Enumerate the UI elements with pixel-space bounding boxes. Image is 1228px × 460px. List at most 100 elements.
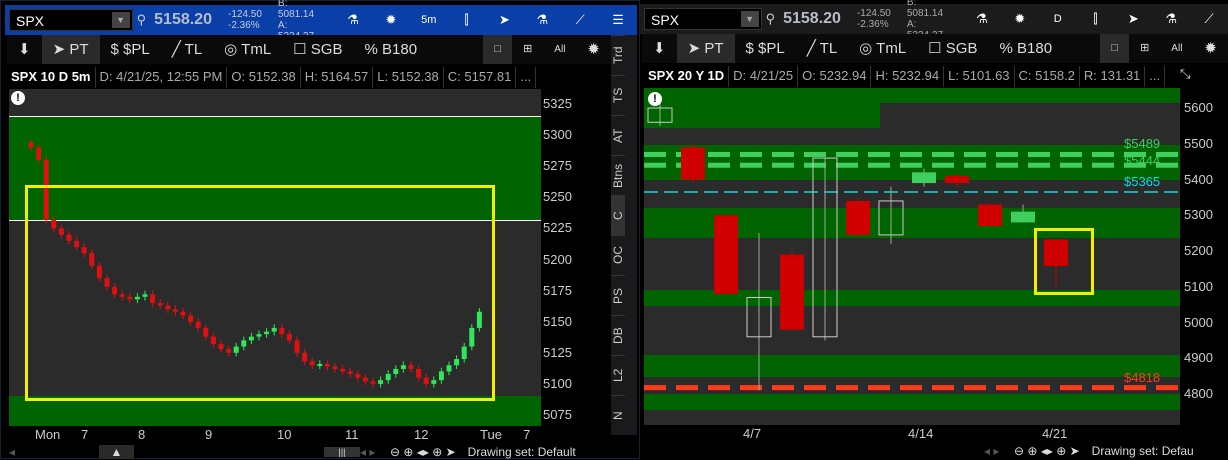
- candle: [978, 204, 1002, 226]
- scroll-arrows[interactable]: ◂ ▸: [360, 445, 390, 459]
- flask-icon[interactable]: ⚗: [963, 11, 1001, 27]
- zoom-in-icon[interactable]: ⊕: [403, 445, 413, 459]
- x-tick: 4/21: [1042, 426, 1068, 441]
- side-tab-ts[interactable]: TS: [611, 75, 625, 115]
- gear-icon[interactable]: ✹: [372, 12, 410, 28]
- tool-pt[interactable]: ➤ PT: [41, 35, 100, 64]
- side-tab-ps[interactable]: PS: [611, 275, 625, 315]
- gear-icon[interactable]: ✹: [1001, 11, 1039, 27]
- tool-pl[interactable]: $ $PL: [100, 35, 161, 64]
- all-icon[interactable]: All: [1160, 34, 1193, 63]
- pin-icon[interactable]: ⬇: [642, 34, 677, 63]
- grid-layout-icon[interactable]: ⊞: [512, 35, 543, 64]
- x-tick: 7: [523, 427, 531, 442]
- timeframe-button[interactable]: D: [1039, 13, 1077, 25]
- pct-change: -2.36%: [856, 19, 889, 30]
- studies-icon[interactable]: ⚗: [1152, 11, 1190, 27]
- tool-tl[interactable]: ╱ TL: [796, 34, 848, 63]
- left-price-chart[interactable]: !: [9, 89, 541, 426]
- scroll-arrows[interactable]: ◂ ▸: [984, 444, 1014, 458]
- single-layout-icon[interactable]: □: [1100, 34, 1130, 63]
- chart-title: SPX 10 D 5m: [7, 67, 96, 88]
- bar-date: D: 4/21/25: [729, 66, 799, 87]
- more-button[interactable]: ...: [1145, 66, 1166, 87]
- side-tab-l2[interactable]: L2: [611, 355, 625, 395]
- side-tab-at[interactable]: AT: [611, 115, 625, 155]
- flask-icon[interactable]: ⚗: [334, 12, 372, 28]
- left-chart-panel: SPX ▼ ⚲ 5158.20 -124.50 -2.36% B: 5081.14 A…: [0, 0, 640, 459]
- candle-style-icon[interactable]: ⫿: [448, 12, 486, 28]
- menu-icon[interactable]: ☰: [599, 12, 637, 28]
- right-price-chart[interactable]: ! $5489 $5444 $5365 $4818: [644, 88, 1180, 425]
- drawing-set-label[interactable]: Drawing set: Defau: [1092, 444, 1194, 458]
- chart-title: SPX 20 Y 1D: [644, 66, 730, 87]
- cursor-icon[interactable]: ➤: [1114, 11, 1152, 27]
- single-layout-icon[interactable]: □: [483, 35, 513, 64]
- candle: [36, 147, 42, 160]
- candle-style-icon[interactable]: ⫿: [1077, 11, 1115, 27]
- y-tick: 5150: [543, 313, 572, 329]
- zoom-out-icon[interactable]: ⊖: [1014, 444, 1024, 458]
- y-tick: 5300: [543, 127, 572, 143]
- tool-sgb[interactable]: ☐ SGB: [282, 35, 353, 64]
- side-tab-trd[interactable]: Trd: [611, 35, 625, 75]
- side-tab-c[interactable]: C: [611, 195, 625, 235]
- link-icon[interactable]: ⚲: [137, 12, 147, 28]
- zoom-in-icon[interactable]: ⊕: [1027, 444, 1037, 458]
- tool-b180[interactable]: % B180: [353, 35, 428, 64]
- tool-pt[interactable]: ➤ PT: [676, 34, 735, 63]
- cursor-icon[interactable]: ➤: [446, 445, 456, 459]
- zoom-out-icon[interactable]: ⊖: [390, 445, 400, 459]
- tool-pl[interactable]: $ $PL: [735, 34, 796, 63]
- pin-icon[interactable]: ⬇: [7, 35, 42, 64]
- bar-open: O: 5232.94: [798, 66, 872, 87]
- tool-tml[interactable]: ◎ TmL: [213, 35, 282, 64]
- studies-icon[interactable]: ⚗: [523, 12, 561, 28]
- expand-icon[interactable]: ▲: [99, 445, 134, 459]
- side-tab-btns[interactable]: Btns: [611, 155, 625, 195]
- net-change: -124.50: [227, 9, 262, 20]
- alert-icon[interactable]: !: [11, 91, 25, 105]
- drawing-icon[interactable]: ⟋: [561, 12, 599, 28]
- pan-icon[interactable]: ◂▸: [417, 445, 429, 459]
- y-tick: 5250: [543, 189, 572, 205]
- crosshair-icon[interactable]: ⊕: [432, 445, 442, 459]
- link-icon[interactable]: ⚲: [766, 11, 776, 27]
- drawing-set-label[interactable]: Drawing set: Default: [468, 445, 576, 459]
- pan-icon[interactable]: ◂▸: [1041, 444, 1053, 458]
- y-tick: 5400: [1184, 171, 1213, 187]
- right-symbol-input[interactable]: SPX ▼: [644, 8, 762, 30]
- drawing-icon[interactable]: ⟋: [1190, 11, 1228, 27]
- tool-sgb[interactable]: ☐ SGB: [917, 34, 988, 63]
- chevron-down-icon[interactable]: ▼: [111, 12, 130, 28]
- side-tab-oc[interactable]: OC: [611, 235, 625, 275]
- tool-tml[interactable]: ◎ TmL: [848, 34, 917, 63]
- side-tab-n[interactable]: N: [611, 395, 625, 435]
- y-tick: 4900: [1184, 350, 1213, 366]
- collapse-icon[interactable]: ⤡: [1180, 66, 1190, 82]
- scroll-left-icon[interactable]: ◂: [9, 445, 99, 459]
- bar-high: H: 5232.94: [871, 66, 945, 87]
- x-tick: 9: [205, 427, 213, 442]
- crosshair-icon[interactable]: ⊕: [1056, 444, 1066, 458]
- left-symbol-input[interactable]: SPX ▼: [9, 9, 133, 31]
- alert-icon[interactable]: !: [648, 92, 662, 106]
- cursor-icon[interactable]: ➤: [486, 12, 524, 28]
- y-tick: 5275: [543, 158, 572, 174]
- tool-b180[interactable]: % B180: [988, 34, 1063, 63]
- timeframe-button[interactable]: 5m: [410, 14, 448, 26]
- gear-icon[interactable]: ✹: [1193, 34, 1228, 63]
- grid-layout-icon[interactable]: ⊞: [1129, 34, 1160, 63]
- y-tick: 5200: [1184, 243, 1213, 258]
- side-tab-db[interactable]: DB: [611, 315, 625, 355]
- tool-tl[interactable]: ╱ TL: [161, 35, 213, 64]
- cursor-icon[interactable]: ➤: [1070, 444, 1080, 458]
- bar-close: C: 5158.2: [1015, 66, 1080, 87]
- more-button[interactable]: ...: [516, 67, 537, 88]
- scrollbar-thumb[interactable]: |||: [324, 447, 360, 457]
- bar-low: L: 5101.63: [944, 66, 1015, 87]
- chevron-down-icon[interactable]: ▼: [740, 11, 759, 27]
- candle: [912, 172, 936, 184]
- gear-icon[interactable]: ✹: [576, 35, 611, 64]
- all-icon[interactable]: All: [543, 35, 576, 64]
